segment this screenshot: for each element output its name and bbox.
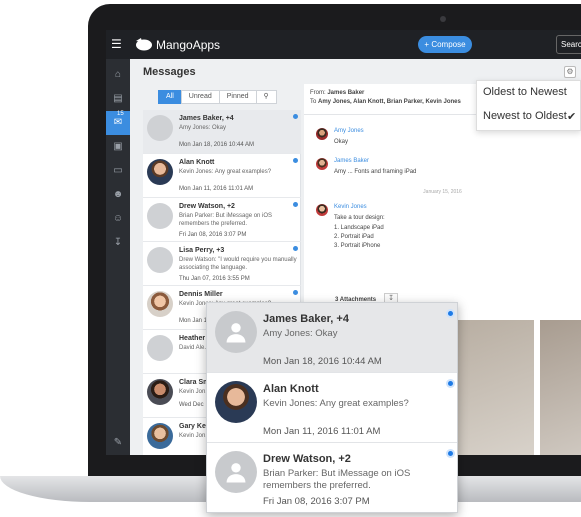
item-date: Mon Jan 18, 2016 10:44 AM — [179, 142, 255, 148]
person-icon — [226, 323, 246, 343]
item-preview: Amy Jones: Okay — [263, 328, 338, 339]
filter-tabs: All Unread Pinned ⚲ — [158, 90, 277, 104]
people-icon[interactable]: ☻ — [106, 183, 130, 207]
sort-newest-option[interactable]: Newest to Oldest — [483, 110, 567, 122]
item-name: Drew Watson, +2 — [263, 453, 351, 465]
list-item[interactable]: James Baker, +4 Amy Jones: Okay Mon Jan … — [143, 110, 301, 154]
unread-dot — [446, 309, 455, 318]
avatar — [147, 335, 173, 361]
list-item[interactable]: Lisa Perry, +3 Drew Watson: "I would req… — [143, 242, 301, 286]
page-title: Messages — [143, 66, 196, 78]
unread-dot — [446, 449, 455, 458]
avatar — [215, 381, 257, 423]
message-author: James Baker — [334, 158, 370, 164]
list-item[interactable]: Drew Watson, +2 Brian Parker: But iMessa… — [207, 443, 457, 512]
item-preview: Kevin Jones: Any great examples? — [179, 169, 272, 175]
filter-all[interactable]: All — [158, 90, 182, 104]
compose-button[interactable]: + Compose — [418, 36, 472, 53]
item-name: Lisa Perry, +3 — [179, 247, 225, 254]
menu-icon[interactable]: ☰ — [111, 38, 123, 50]
message-author: Kevin Jones — [334, 204, 367, 210]
unread-dot — [293, 114, 298, 119]
message-text: Okay — [334, 139, 349, 145]
item-date: Mon Jan 11, 2016 11:01 AM — [179, 186, 254, 192]
item-date: Thu Jan 07, 2016 3:55 PM — [179, 276, 250, 282]
avatar — [316, 204, 328, 216]
item-name: Clara Sm — [179, 379, 210, 386]
item-name: James Baker, +4 — [179, 115, 234, 122]
search-icon[interactable]: ⚲ — [255, 90, 277, 104]
unread-dot — [293, 158, 298, 163]
search-button[interactable]: Search — [556, 35, 581, 54]
item-date: Wed Dec — [179, 402, 204, 408]
item-name: Alan Knott — [263, 383, 319, 395]
list-item[interactable]: Alan Knott Kevin Jones: Any great exampl… — [207, 373, 457, 443]
pencil-icon[interactable]: ✎ — [106, 431, 130, 455]
camera — [440, 16, 446, 22]
avatar — [147, 423, 173, 449]
sort-menu: Oldest to Newest Newest to Oldest ✔ — [476, 80, 581, 131]
message-text: Take a tour design: — [334, 215, 385, 221]
message-text: Amy ... Fonts and framing iPad — [334, 169, 417, 175]
inbox-icon[interactable]: ▤ — [106, 87, 130, 111]
item-date: Fri Jan 08, 2016 3:07 PM — [179, 232, 247, 238]
message-author: Amy Jones — [334, 128, 364, 134]
filter-unread[interactable]: Unread — [180, 90, 220, 104]
unread-dot — [293, 246, 298, 251]
item-name: Heather — [179, 335, 206, 342]
item-preview: Kevin Jones: Any great examples? — [263, 398, 409, 409]
unread-dot — [293, 202, 298, 207]
list-item[interactable]: Alan Knott Kevin Jones: Any great exampl… — [143, 154, 301, 198]
document-icon[interactable]: ▭ — [106, 159, 130, 183]
sidebar: ⌂ ▤ ✉ 15 ▣ ▭ ☻ ☺ ↧ ✎ — [106, 59, 130, 455]
list-item[interactable]: Drew Watson, +2 Brian Parker: But iMessa… — [143, 198, 301, 242]
item-name: Drew Watson, +2 — [179, 203, 235, 210]
avatar — [147, 159, 173, 185]
item-preview: Drew Watson: "I would require you manual… — [179, 257, 297, 271]
item-name: James Baker, +4 — [263, 313, 349, 325]
check-icon: ✔ — [567, 111, 577, 123]
gear-icon[interactable]: ⚙ — [564, 66, 576, 78]
attachment-thumbnail[interactable] — [540, 320, 581, 455]
item-name: Dennis Miller — [179, 291, 223, 298]
avatar — [316, 158, 328, 170]
list-line: 1. Landscape iPad — [334, 225, 384, 231]
messages-badge: 15 — [117, 111, 124, 117]
filter-pinned[interactable]: Pinned — [218, 90, 257, 104]
item-preview: Brian Parker: But iMessage on iOS rememb… — [179, 213, 273, 227]
zoomed-message-list: James Baker, +4 Amy Jones: Okay Mon Jan … — [206, 302, 458, 513]
top-bar: ☰ MangoApps + Compose Search — [106, 30, 581, 59]
avatar — [147, 379, 173, 405]
list-line: 3. Portrait iPhone — [334, 243, 381, 249]
person-icon — [226, 463, 246, 483]
home-icon[interactable]: ⌂ — [106, 63, 130, 87]
download-icon[interactable]: ↧ — [106, 231, 130, 255]
list-item[interactable]: James Baker, +4 Amy Jones: Okay Mon Jan … — [207, 303, 457, 373]
list-line: 2. Portrait iPad — [334, 234, 374, 240]
item-name: Alan Knott — [179, 159, 215, 166]
avatar — [316, 128, 328, 140]
unread-dot — [446, 379, 455, 388]
mango-logo-icon — [136, 38, 152, 51]
conv-to: To Amy Jones, Alan Knott, Brian Parker, … — [310, 99, 461, 105]
item-date: Fri Jan 08, 2016 3:07 PM — [263, 496, 370, 507]
briefcase-icon[interactable]: ▣ — [106, 135, 130, 159]
unread-dot — [293, 290, 298, 295]
attachment-thumbnail[interactable] — [454, 320, 534, 455]
avatar — [215, 311, 257, 353]
item-preview: Brian Parker: But iMessage on iOS rememb… — [263, 468, 411, 491]
avatar — [147, 247, 173, 273]
date-separator: January 15, 2016 — [423, 189, 462, 195]
user-icon[interactable]: ☺ — [106, 207, 130, 231]
sort-oldest-option[interactable]: Oldest to Newest — [483, 86, 567, 98]
conv-from: From: James Baker — [310, 90, 365, 96]
avatar — [147, 291, 173, 317]
avatar — [215, 451, 257, 493]
item-date: Mon Jan 11, 2016 11:01 AM — [263, 426, 381, 437]
item-date: Mon Jan 18, 2016 10:44 AM — [263, 356, 382, 367]
item-preview: Amy Jones: Okay — [179, 125, 227, 131]
avatar — [147, 115, 173, 141]
avatar — [147, 203, 173, 229]
logo-text: MangoApps — [156, 38, 221, 52]
